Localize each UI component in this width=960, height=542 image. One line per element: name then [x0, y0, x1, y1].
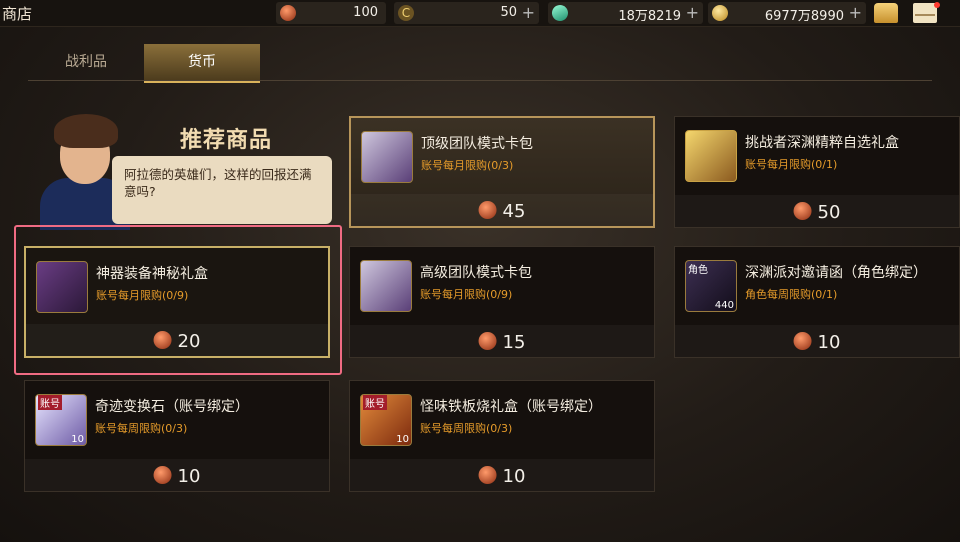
food-gift-box-icon: 账号 10: [360, 394, 412, 446]
shop-item-card[interactable]: 角色 440 深渊派对邀请函（角色绑定） 角色每周限购(0/1) 10: [674, 246, 960, 358]
item-price: 50: [793, 202, 840, 223]
item-stack-count: 10: [396, 434, 409, 445]
gold-coin-icon: [712, 5, 728, 21]
orb-currency-icon: [153, 466, 172, 484]
purchase-limit: 账号每月限购(0/1): [745, 158, 838, 171]
item-tag: 账号: [363, 395, 387, 410]
resource-value: 18万8219: [618, 9, 681, 24]
item-name: 高级团队模式卡包: [420, 265, 532, 281]
purchase-limit: 账号每周限购(0/3): [420, 422, 513, 435]
orb-currency-icon: [478, 466, 497, 484]
orb-currency-icon: [478, 201, 497, 219]
golden-gift-box-icon: [685, 130, 737, 182]
item-price: 10: [793, 332, 840, 353]
resource-orb: 100: [276, 2, 386, 24]
resource-value: 50: [500, 5, 517, 20]
purchase-limit: 账号每月限购(0/9): [420, 288, 513, 301]
orb-currency-icon: [478, 332, 497, 350]
tab-currency[interactable]: 货币: [144, 44, 260, 83]
item-price: 15: [478, 332, 525, 353]
shop-item-card[interactable]: 高级团队模式卡包 账号每月限购(0/9) 15: [349, 246, 655, 358]
card-pack-icon: [360, 260, 412, 312]
shop-item-card[interactable]: 顶级团队模式卡包 账号每月限购(0/3) 45: [349, 116, 655, 228]
shop-item-card[interactable]: 账号 10 奇迹变换石（账号绑定） 账号每周限购(0/3) 10: [24, 380, 330, 492]
orb-currency-icon: [793, 332, 812, 350]
resource-value: 100: [353, 5, 378, 20]
item-name: 奇迹变换石（账号绑定）: [95, 399, 249, 415]
top-bar: 商店 100 C 50 + 18万8219 + 6977万8990 +: [0, 0, 960, 27]
add-gold-button[interactable]: +: [849, 3, 862, 22]
shop-item-card[interactable]: 账号 10 怪味铁板烧礼盒（账号绑定） 账号每周限购(0/3) 10: [349, 380, 655, 492]
shop-item-card[interactable]: 挑战者深渊精粹自选礼盒 账号每月限购(0/1) 50: [674, 116, 960, 228]
item-price: 10: [478, 466, 525, 487]
crystal-stone-icon: 账号 10: [35, 394, 87, 446]
orb-currency-icon: [280, 5, 296, 21]
card-pack-icon: [361, 131, 413, 183]
invitation-ticket-icon: 角色 440: [685, 260, 737, 312]
item-name: 挑战者深渊精粹自选礼盒: [745, 135, 899, 151]
item-name: 顶级团队模式卡包: [421, 136, 533, 152]
resource-gem: 18万8219 +: [548, 2, 703, 24]
notification-dot: [934, 2, 940, 8]
speech-bubble: 阿拉德的英雄们，这样的回报还满意吗?: [112, 156, 332, 224]
add-gem-button[interactable]: +: [686, 3, 699, 22]
item-stack-count: 440: [714, 300, 734, 311]
item-price: 45: [478, 201, 525, 222]
purchase-limit: 角色每周限购(0/1): [745, 288, 838, 301]
item-name: 怪味铁板烧礼盒（账号绑定）: [420, 399, 602, 415]
recommended-heading: 推荐商品: [179, 128, 272, 153]
item-tag: 账号: [38, 395, 62, 410]
tab-loot[interactable]: 战利品: [28, 44, 144, 80]
treasure-chest-icon[interactable]: [874, 3, 898, 23]
item-price: 10: [153, 466, 200, 487]
tab-divider: [28, 80, 932, 81]
gem-currency-icon: [549, 2, 571, 24]
resource-gold: 6977万8990 +: [708, 2, 866, 24]
item-name: 深渊派对邀请函（角色绑定）: [745, 265, 927, 281]
item-tag: 角色: [688, 265, 708, 276]
c-currency-icon: C: [398, 5, 414, 21]
resource-value: 6977万8990: [764, 9, 844, 24]
selection-highlight: [14, 225, 342, 375]
resource-c: C 50 +: [394, 2, 539, 24]
orb-currency-icon: [793, 202, 812, 220]
item-stack-count: 10: [71, 434, 84, 445]
page-title: 商店: [2, 5, 33, 23]
purchase-limit: 账号每月限购(0/3): [421, 159, 514, 172]
purchase-limit: 账号每周限购(0/3): [95, 422, 188, 435]
add-c-button[interactable]: +: [522, 3, 535, 22]
